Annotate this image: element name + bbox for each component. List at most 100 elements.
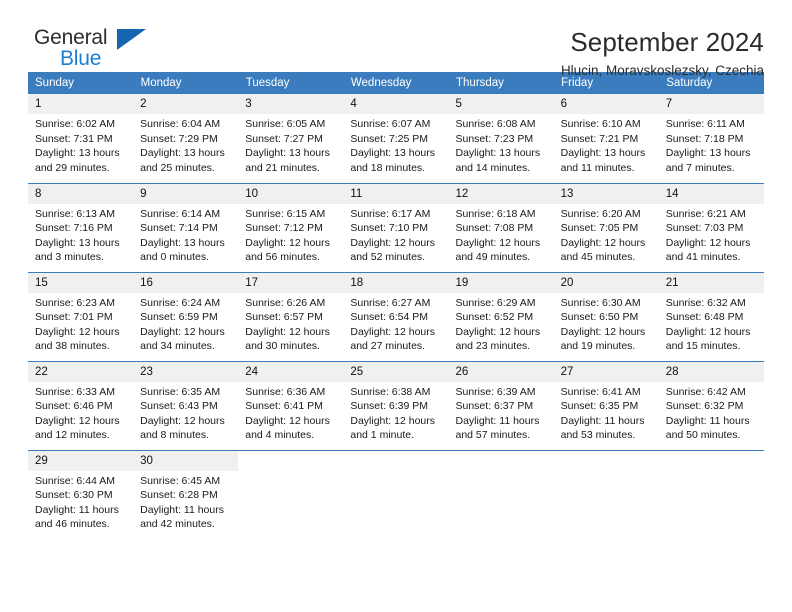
sunset-text: Sunset: 7:10 PM [350, 222, 429, 235]
sunset-text: Sunset: 6:28 PM [140, 489, 218, 502]
calendar-day-cell[interactable]: 25 Sunrise: 6:38 AM Sunset: 6:39 PM Dayligh… [343, 360, 449, 450]
daylight-text: Daylight: 11 hours and 46 minutes. [35, 503, 119, 531]
sunset-text: Sunset: 6:50 PM [560, 311, 639, 324]
sunrise-text: Sunrise: 6:30 AM [560, 296, 641, 309]
calendar-day-cell[interactable]: 27 Sunrise: 6:41 AM Sunset: 6:35 PM Dayligh… [553, 360, 659, 450]
daylight-text: Daylight: 12 hours and 38 minutes. [35, 325, 120, 353]
daylight-text: Daylight: 11 hours and 42 minutes. [140, 503, 224, 531]
sunrise-text: Sunrise: 6:18 AM [455, 207, 536, 220]
calendar-day-cell[interactable]: 26 Sunrise: 6:39 AM Sunset: 6:37 PM Dayligh… [448, 360, 554, 450]
day-details: Sunrise: 6:24 AM Sunset: 6:59 PM Daylight:… [133, 293, 238, 354]
day-number: 1 [28, 94, 134, 114]
daylight-text: Daylight: 13 hours and 25 minutes. [140, 147, 225, 174]
daylight-text: Daylight: 11 hours and 57 minutes. [455, 414, 540, 442]
calendar-day-cell[interactable]: 28 Sunrise: 6:42 AM Sunset: 6:32 PM Dayligh… [658, 360, 764, 450]
calendar-day-cell[interactable]: 17 Sunrise: 6:26 AM Sunset: 6:57 PM Dayligh… [238, 271, 344, 361]
day-number: 24 [238, 361, 344, 382]
daylight-text: Daylight: 13 hours and 21 minutes. [245, 147, 330, 174]
calendar-day-cell[interactable]: 4 Sunrise: 6:07 AM Sunset: 7:25 PM Daylight… [343, 94, 449, 183]
daylight-text: Daylight: 12 hours and 12 minutes. [35, 414, 120, 442]
calendar-day-cell[interactable]: 6 Sunrise: 6:10 AM Sunset: 7:21 PM Daylight… [553, 94, 659, 183]
day-details: Sunrise: 6:44 AM Sunset: 6:30 PM Daylight:… [28, 471, 133, 532]
calendar-day-cell[interactable]: 5 Sunrise: 6:08 AM Sunset: 7:23 PM Daylight… [448, 94, 554, 183]
daylight-text: Daylight: 13 hours and 3 minutes. [35, 236, 120, 264]
calendar-day-cell[interactable]: 22 Sunrise: 6:33 AM Sunset: 6:46 PM Dayligh… [28, 360, 134, 450]
logo-text-blue: Blue [60, 47, 102, 70]
day-number: 12 [448, 183, 554, 204]
sunset-text: Sunset: 7:25 PM [350, 132, 429, 145]
calendar-day-cell[interactable]: 12 Sunrise: 6:18 AM Sunset: 7:08 PM Dayligh… [448, 182, 554, 272]
day-details: Sunrise: 6:30 AM Sunset: 6:50 PM Daylight:… [554, 293, 659, 354]
calendar-day-cell[interactable]: 15 Sunrise: 6:23 AM Sunset: 7:01 PM Dayligh… [28, 271, 134, 361]
sunset-text: Sunset: 7:18 PM [665, 132, 744, 145]
calendar-day-cell[interactable]: 11 Sunrise: 6:17 AM Sunset: 7:10 PM Dayligh… [343, 182, 449, 272]
calendar-day-cell[interactable]: 10 Sunrise: 6:15 AM Sunset: 7:12 PM Dayligh… [238, 182, 344, 272]
calendar-day-cell[interactable]: 7 Sunrise: 6:11 AM Sunset: 7:18 PM Daylight… [658, 94, 764, 183]
sunrise-text: Sunrise: 6:27 AM [350, 296, 431, 309]
calendar-day-cell-empty [238, 449, 344, 539]
calendar-day-cell[interactable]: 21 Sunrise: 6:32 AM Sunset: 6:48 PM Dayligh… [658, 271, 764, 361]
sunrise-text: Sunrise: 6:29 AM [455, 296, 536, 309]
sunset-text: Sunset: 7:01 PM [35, 311, 113, 324]
day-number: 3 [238, 94, 344, 114]
day-number: 11 [343, 183, 449, 204]
day-details: Sunrise: 6:08 AM Sunset: 7:23 PM Daylight:… [449, 114, 554, 175]
calendar-day-cell[interactable]: 20 Sunrise: 6:30 AM Sunset: 6:50 PM Dayligh… [553, 271, 659, 361]
calendar-week-row: 8 Sunrise: 6:13 AM Sunset: 7:16 PM Daylight… [28, 182, 764, 272]
calendar-day-cell[interactable]: 24 Sunrise: 6:36 AM Sunset: 6:41 PM Dayligh… [238, 360, 344, 450]
calendar-day-cell-empty [553, 449, 659, 539]
day-details: Sunrise: 6:02 AM Sunset: 7:31 PM Daylight:… [28, 114, 133, 175]
calendar-day-cell-empty [343, 449, 449, 539]
day-number: 17 [238, 272, 344, 293]
calendar-day-cell[interactable]: 29 Sunrise: 6:44 AM Sunset: 6:30 PM Dayligh… [28, 449, 134, 539]
calendar-day-cell[interactable]: 2 Sunrise: 6:04 AM Sunset: 7:29 PM Daylight… [133, 94, 239, 183]
sunset-text: Sunset: 7:27 PM [245, 132, 323, 145]
calendar-page: General Blue September 2024 Hlucin, Mora… [0, 0, 792, 612]
sunset-text: Sunset: 7:29 PM [140, 132, 218, 145]
sunset-text: Sunset: 7:23 PM [455, 132, 534, 145]
day-details: Sunrise: 6:26 AM Sunset: 6:57 PM Daylight:… [238, 293, 343, 354]
sunrise-text: Sunrise: 6:10 AM [560, 118, 641, 130]
day-details: Sunrise: 6:10 AM Sunset: 7:21 PM Daylight:… [554, 114, 659, 175]
logo-triangle-icon [117, 29, 146, 50]
calendar-day-cell[interactable]: 1 Sunrise: 6:02 AM Sunset: 7:31 PM Daylight… [28, 94, 134, 183]
calendar-day-cell[interactable]: 9 Sunrise: 6:14 AM Sunset: 7:14 PM Daylight… [133, 182, 239, 272]
day-number: 15 [28, 272, 134, 293]
title-block: September 2024 Hlucin, Moravskoslezsky, … [561, 26, 764, 81]
weekday-header-tuesday: Tuesday [238, 72, 344, 94]
calendar-day-cell[interactable]: 14 Sunrise: 6:21 AM Sunset: 7:03 PM Dayligh… [658, 182, 764, 272]
calendar-day-cell[interactable]: 19 Sunrise: 6:29 AM Sunset: 6:52 PM Dayligh… [448, 271, 554, 361]
day-number: 7 [658, 94, 764, 114]
day-details: Sunrise: 6:23 AM Sunset: 7:01 PM Daylight:… [28, 293, 133, 354]
generalblue-logo[interactable]: General Blue [28, 26, 168, 74]
sunset-text: Sunset: 6:30 PM [35, 489, 113, 502]
calendar-day-cell[interactable]: 16 Sunrise: 6:24 AM Sunset: 6:59 PM Dayligh… [133, 271, 239, 361]
daylight-text: Daylight: 13 hours and 11 minutes. [560, 147, 646, 174]
day-number: 21 [658, 272, 764, 293]
calendar-week-row: 15 Sunrise: 6:23 AM Sunset: 7:01 PM Dayligh… [28, 271, 764, 361]
daylight-text: Daylight: 12 hours and 1 minute. [350, 414, 436, 442]
day-details: Sunrise: 6:35 AM Sunset: 6:43 PM Daylight:… [133, 382, 238, 443]
daylight-text: Daylight: 12 hours and 34 minutes. [140, 325, 225, 353]
calendar-day-cell[interactable]: 13 Sunrise: 6:20 AM Sunset: 7:05 PM Dayligh… [553, 182, 659, 272]
sunset-text: Sunset: 6:59 PM [140, 311, 218, 324]
page-header: General Blue September 2024 Hlucin, Mora… [28, 0, 764, 78]
calendar-day-cell[interactable]: 3 Sunrise: 6:05 AM Sunset: 7:27 PM Daylight… [238, 94, 344, 183]
calendar-day-cell[interactable]: 18 Sunrise: 6:27 AM Sunset: 6:54 PM Dayligh… [343, 271, 449, 361]
calendar-day-cell[interactable]: 30 Sunrise: 6:45 AM Sunset: 6:28 PM Dayligh… [133, 449, 239, 539]
sunrise-text: Sunrise: 6:35 AM [140, 385, 221, 398]
daylight-text: Daylight: 12 hours and 23 minutes. [455, 325, 541, 353]
sunrise-text: Sunrise: 6:20 AM [560, 207, 641, 220]
calendar-day-cell[interactable]: 23 Sunrise: 6:35 AM Sunset: 6:43 PM Dayligh… [133, 360, 239, 450]
daylight-text: Daylight: 13 hours and 29 minutes. [35, 147, 120, 174]
day-details: Sunrise: 6:11 AM Sunset: 7:18 PM Daylight:… [659, 114, 764, 175]
sunrise-text: Sunrise: 6:21 AM [665, 207, 746, 220]
day-number: 29 [28, 450, 134, 471]
day-number: 30 [133, 450, 239, 471]
sunset-text: Sunset: 7:31 PM [35, 132, 113, 145]
sunrise-text: Sunrise: 6:41 AM [560, 385, 641, 398]
calendar-day-cell[interactable]: 8 Sunrise: 6:13 AM Sunset: 7:16 PM Daylight… [28, 182, 134, 272]
sunrise-text: Sunrise: 6:15 AM [245, 207, 326, 220]
sunrise-text: Sunrise: 6:38 AM [350, 385, 431, 398]
sunrise-text: Sunrise: 6:23 AM [35, 296, 115, 309]
